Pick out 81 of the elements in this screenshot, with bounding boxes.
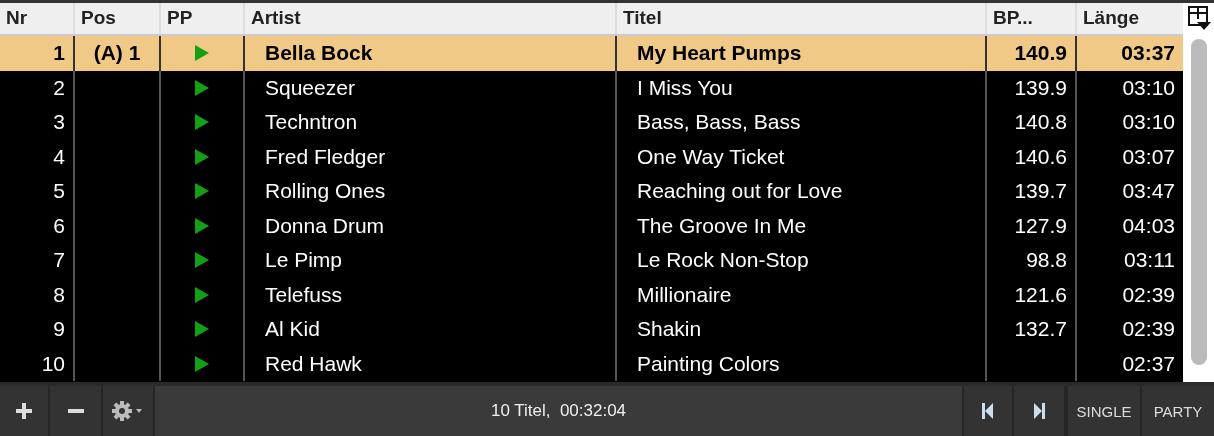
bpm-cell: 140.6	[1014, 144, 1067, 169]
play-icon[interactable]	[195, 355, 209, 372]
length-cell: 03:10	[1122, 75, 1175, 100]
artist-cell: Telefuss	[265, 282, 343, 307]
minus-icon	[67, 409, 84, 413]
bpm-cell: 121.6	[1014, 282, 1067, 307]
column-chooser-icon[interactable]	[1186, 5, 1211, 31]
mode-button[interactable]: SINGLE	[1066, 386, 1140, 436]
artist-cell: Al Kid	[265, 317, 320, 342]
artist-cell: Squeezer	[265, 75, 355, 100]
length-cell: 03:37	[1121, 41, 1175, 66]
bpm-cell: 132.7	[1014, 317, 1067, 342]
artist-cell: Le Pimp	[265, 248, 343, 273]
length-cell: 03:10	[1122, 110, 1175, 135]
length-cell: 03:47	[1122, 179, 1175, 204]
track-number: 4	[53, 144, 65, 169]
deck-position: (A) 1	[93, 41, 141, 66]
title-cell: Reaching out for Love	[637, 179, 843, 204]
track-number: 3	[53, 110, 65, 135]
playlist-summary: 10 Titel, 00:32:04	[490, 401, 627, 421]
bpm-cell: 98.8	[1026, 248, 1067, 273]
length-cell: 02:37	[1122, 351, 1175, 376]
bpm-cell: 139.7	[1014, 179, 1067, 204]
play-icon[interactable]	[195, 79, 209, 96]
artist-cell: Techntron	[265, 110, 358, 135]
track-number: 10	[41, 351, 65, 376]
play-icon[interactable]	[195, 183, 209, 200]
column-header[interactable]: PP	[159, 3, 243, 34]
length-cell: 03:07	[1122, 144, 1175, 169]
artist-cell: Rolling Ones	[265, 179, 386, 204]
play-icon[interactable]	[195, 114, 209, 131]
title-cell: Bass, Bass, Bass	[637, 110, 801, 135]
play-icon[interactable]	[195, 148, 209, 165]
title-cell: Shakin	[637, 317, 702, 342]
column-header[interactable]: BP...	[985, 3, 1075, 34]
bpm-cell: 127.9	[1014, 213, 1067, 238]
artist-cell: Bella Bock	[265, 41, 373, 66]
column-header[interactable]: Nr	[0, 3, 73, 34]
track-row[interactable]: 1 (A) 1 Bella Bock My Heart Pumps 140.9 03:37	[0, 36, 1183, 71]
next-button[interactable]	[1014, 386, 1066, 436]
length-cell: 03:11	[1124, 248, 1175, 273]
settings-button[interactable]	[103, 386, 155, 436]
track-number: 5	[53, 179, 65, 204]
track-number: 8	[53, 282, 65, 307]
bpm-cell: 140.9	[1014, 41, 1067, 66]
play-icon[interactable]	[195, 286, 209, 303]
title-cell: One Way Ticket	[637, 144, 785, 169]
plus-icon	[15, 402, 33, 420]
bpm-cell: 140.8	[1014, 110, 1067, 135]
play-icon[interactable]	[195, 321, 209, 338]
artist-cell: Red Hawk	[265, 351, 362, 376]
column-header[interactable]: Titel	[615, 3, 985, 34]
title-cell: I Miss You	[637, 75, 733, 100]
previous-button[interactable]	[962, 386, 1014, 436]
title-cell: Millionaire	[637, 282, 732, 307]
title-cell: Painting Colors	[637, 351, 780, 376]
title-cell: Le Rock Non-Stop	[637, 248, 809, 273]
play-icon[interactable]	[195, 217, 209, 234]
length-cell: 02:39	[1122, 282, 1175, 307]
play-icon[interactable]	[195, 252, 209, 269]
skip-back-icon	[982, 403, 994, 419]
track-number: 6	[53, 213, 65, 238]
length-cell: 04:03	[1122, 213, 1175, 238]
track-number: 1	[53, 41, 65, 66]
skip-forward-icon	[1033, 403, 1045, 419]
remove-button[interactable]	[50, 386, 103, 436]
track-number: 9	[53, 317, 65, 342]
gear-icon	[111, 400, 145, 422]
add-button[interactable]	[0, 386, 50, 436]
column-header[interactable]: Artist	[243, 3, 615, 34]
length-cell: 02:39	[1122, 317, 1175, 342]
artist-cell: Fred Fledger	[265, 144, 386, 169]
track-number: 2	[53, 75, 65, 100]
title-cell: The Groove In Me	[637, 213, 807, 238]
artist-cell: Donna Drum	[265, 213, 385, 238]
scrollbar-thumb[interactable]	[1190, 39, 1207, 365]
mode-button[interactable]: PARTY	[1140, 386, 1214, 436]
bpm-cell: 139.9	[1014, 75, 1067, 100]
column-header[interactable]: Pos	[73, 3, 159, 34]
track-number: 7	[53, 248, 65, 273]
title-cell: My Heart Pumps	[637, 41, 802, 66]
